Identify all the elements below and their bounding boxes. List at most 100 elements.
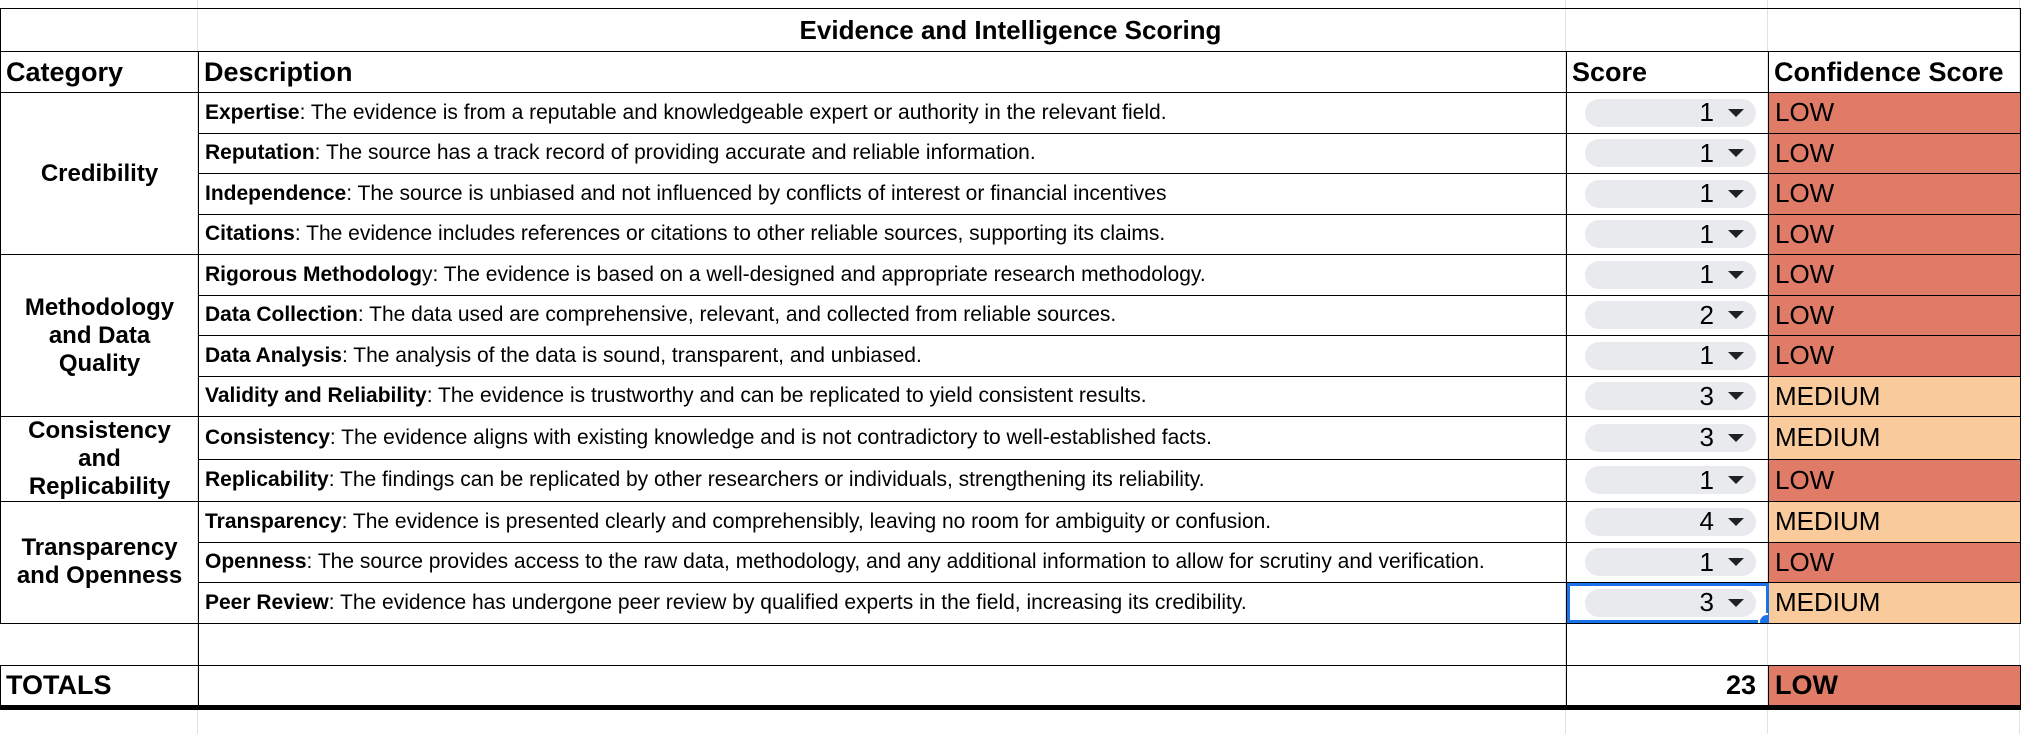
empty-cell[interactable] bbox=[0, 622, 199, 666]
category-consistency[interactable]: Consistency and Replicability bbox=[0, 416, 199, 502]
confidence-cell[interactable]: MEDIUM bbox=[1768, 375, 2021, 417]
criterion-term: Transparency bbox=[205, 509, 342, 533]
caret-down-icon[interactable] bbox=[1728, 433, 1744, 442]
score-cell[interactable]: 3 bbox=[1566, 416, 1769, 460]
table-title[interactable]: Evidence and Intelligence Scoring bbox=[0, 8, 2021, 52]
score-dropdown[interactable]: 3 bbox=[1585, 587, 1756, 617]
score-cell[interactable]: 1 bbox=[1566, 92, 1769, 134]
caret-down-icon[interactable] bbox=[1728, 351, 1744, 360]
caret-down-icon[interactable] bbox=[1728, 476, 1744, 485]
header-category[interactable]: Category bbox=[0, 51, 199, 93]
confidence-cell[interactable]: LOW bbox=[1768, 541, 2021, 583]
description-cell[interactable]: Consistency: The evidence aligns with ex… bbox=[198, 416, 1567, 460]
criterion-text: : The data used are comprehensive, relev… bbox=[357, 303, 1117, 327]
score-cell[interactable]: 1 bbox=[1566, 132, 1769, 174]
score-dropdown[interactable]: 1 bbox=[1585, 97, 1756, 127]
criterion-term: Citations bbox=[205, 222, 295, 246]
score-dropdown[interactable]: 1 bbox=[1585, 465, 1756, 495]
score-dropdown[interactable]: 1 bbox=[1585, 547, 1756, 577]
score-cell[interactable]: 1 bbox=[1566, 541, 1769, 583]
description-cell[interactable]: Data Collection: The data used are compr… bbox=[198, 294, 1567, 336]
description-cell[interactable]: Reputation: The source has a track recor… bbox=[198, 132, 1567, 174]
criterion-term: Data Collection bbox=[205, 303, 358, 327]
confidence-cell[interactable]: MEDIUM bbox=[1768, 416, 2021, 460]
criterion-term: Rigorous Methodolog bbox=[205, 262, 422, 286]
caret-down-icon[interactable] bbox=[1728, 270, 1744, 279]
score-dropdown[interactable]: 1 bbox=[1585, 138, 1756, 168]
confidence-cell[interactable]: LOW bbox=[1768, 335, 2021, 377]
description-cell[interactable]: Peer Review: The evidence has undergone … bbox=[198, 582, 1567, 624]
caret-down-icon[interactable] bbox=[1728, 149, 1744, 158]
score-dropdown[interactable]: 1 bbox=[1585, 259, 1756, 290]
empty-cell[interactable] bbox=[1566, 622, 1769, 666]
score-dropdown[interactable]: 2 bbox=[1585, 299, 1756, 330]
score-dropdown[interactable]: 1 bbox=[1585, 178, 1756, 209]
category-methodology[interactable]: Methodology and Data Quality bbox=[0, 254, 199, 417]
criterion-term: Expertise bbox=[205, 100, 300, 124]
totals-confidence[interactable]: LOW bbox=[1768, 664, 2021, 710]
caret-down-icon[interactable] bbox=[1728, 598, 1744, 607]
header-confidence-score[interactable]: Confidence Score bbox=[1768, 51, 2021, 93]
confidence-cell[interactable]: MEDIUM bbox=[1768, 582, 2021, 624]
description-cell[interactable]: Citations: The evidence includes referen… bbox=[198, 213, 1567, 255]
category-transparency[interactable]: Transparency and Openness bbox=[0, 501, 199, 624]
empty-cell[interactable] bbox=[1768, 622, 2021, 666]
confidence-cell[interactable]: LOW bbox=[1768, 294, 2021, 336]
score-cell[interactable]: 4 bbox=[1566, 501, 1769, 543]
score-cell[interactable]: 1 bbox=[1566, 254, 1769, 296]
score-value: 1 bbox=[1699, 178, 1714, 209]
caret-down-icon[interactable] bbox=[1728, 558, 1744, 567]
score-cell[interactable]: 1 bbox=[1566, 213, 1769, 255]
empty-cell[interactable] bbox=[198, 622, 1567, 666]
score-value: 2 bbox=[1699, 299, 1714, 330]
totals-row: TOTALS 23 LOW bbox=[0, 664, 2021, 710]
score-cell[interactable]: 3 bbox=[1566, 375, 1769, 417]
description-cell[interactable]: Data Analysis: The analysis of the data … bbox=[198, 335, 1567, 377]
confidence-cell[interactable]: LOW bbox=[1768, 92, 2021, 134]
score-dropdown[interactable]: 1 bbox=[1585, 340, 1756, 371]
caret-down-icon[interactable] bbox=[1728, 189, 1744, 198]
score-value: 1 bbox=[1699, 340, 1714, 371]
totals-label[interactable]: TOTALS bbox=[0, 664, 199, 710]
totals-description-cell[interactable] bbox=[198, 664, 1567, 710]
totals-score[interactable]: 23 bbox=[1566, 664, 1769, 710]
description-cell[interactable]: Independence: The source is unbiased and… bbox=[198, 173, 1567, 215]
score-dropdown[interactable]: 3 bbox=[1585, 381, 1756, 411]
caret-down-icon[interactable] bbox=[1728, 108, 1744, 117]
caret-down-icon[interactable] bbox=[1728, 230, 1744, 239]
caret-down-icon[interactable] bbox=[1728, 392, 1744, 401]
confidence-cell[interactable]: LOW bbox=[1768, 213, 2021, 255]
description-cell[interactable]: Openness: The source provides access to … bbox=[198, 541, 1567, 583]
confidence-cell[interactable]: LOW bbox=[1768, 458, 2021, 502]
criterion-text: : The evidence includes references or ci… bbox=[294, 222, 1166, 246]
description-cell[interactable]: Rigorous Methodology: The evidence is ba… bbox=[198, 254, 1567, 296]
description-cell[interactable]: Transparency: The evidence is presented … bbox=[198, 501, 1567, 543]
fill-handle[interactable] bbox=[1758, 612, 1768, 623]
confidence-cell[interactable]: LOW bbox=[1768, 132, 2021, 174]
score-value: 4 bbox=[1699, 506, 1714, 537]
table-row: Consistency and Replicability Consistenc… bbox=[0, 416, 2021, 502]
caret-down-icon[interactable] bbox=[1728, 311, 1744, 320]
description-cell[interactable]: Replicability: The findings can be repli… bbox=[198, 458, 1567, 502]
confidence-cell[interactable]: MEDIUM bbox=[1768, 501, 2021, 543]
empty-row bbox=[0, 622, 2021, 666]
score-cell[interactable]: 1 bbox=[1566, 458, 1769, 502]
description-cell[interactable]: Validity and Reliability: The evidence i… bbox=[198, 375, 1567, 417]
header-score[interactable]: Score bbox=[1566, 51, 1769, 93]
table-row: Openness: The source provides access to … bbox=[1, 541, 2021, 583]
score-dropdown[interactable]: 1 bbox=[1585, 219, 1756, 249]
confidence-cell[interactable]: LOW bbox=[1768, 173, 2021, 215]
caret-down-icon[interactable] bbox=[1728, 517, 1744, 526]
confidence-cell[interactable]: LOW bbox=[1768, 254, 2021, 296]
score-cell[interactable]: 2 bbox=[1566, 294, 1769, 336]
description-cell[interactable]: Expertise: The evidence is from a reputa… bbox=[198, 92, 1567, 134]
score-cell[interactable]: 1 bbox=[1566, 173, 1769, 215]
score-dropdown[interactable]: 4 bbox=[1585, 506, 1756, 537]
score-dropdown[interactable]: 3 bbox=[1585, 422, 1756, 452]
score-value: 1 bbox=[1699, 259, 1714, 290]
category-credibility[interactable]: Credibility bbox=[0, 92, 199, 255]
criterion-text: y: The evidence is based on a well-desig… bbox=[421, 262, 1206, 286]
header-description[interactable]: Description bbox=[198, 51, 1567, 93]
score-cell[interactable]: 1 bbox=[1566, 335, 1769, 377]
score-cell-selected[interactable]: 3 bbox=[1566, 582, 1769, 624]
